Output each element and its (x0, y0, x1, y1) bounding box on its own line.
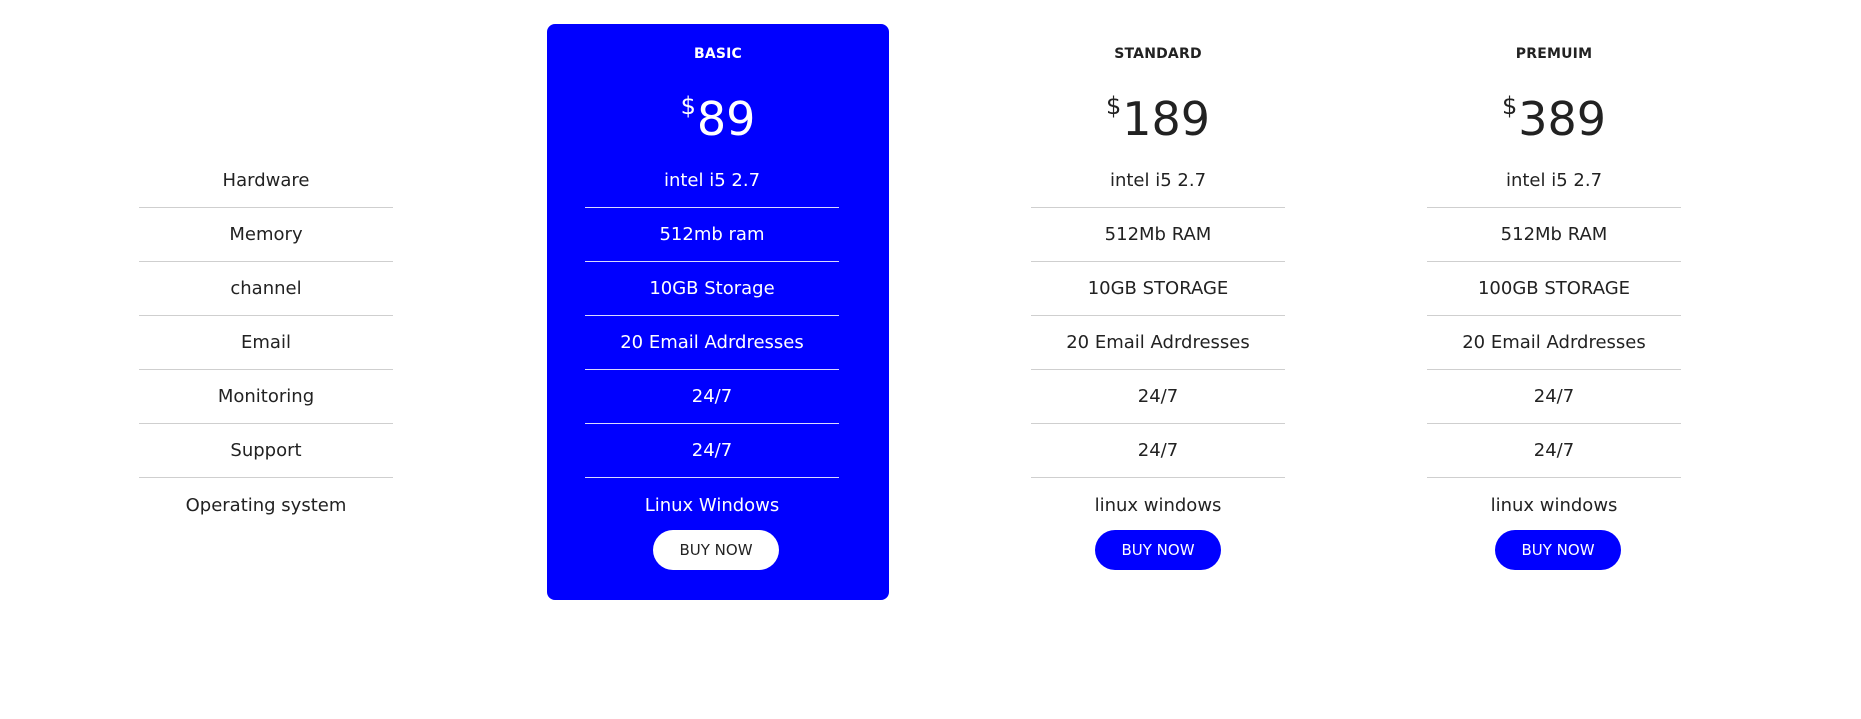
currency-symbol: $ (680, 92, 696, 120)
plan-feature-monitoring: 24/7 (1031, 370, 1285, 424)
pricing-page: Hardware Memory channel Email Monitoring… (0, 0, 1861, 719)
price-amount: 89 (696, 92, 756, 146)
currency-symbol: $ (1105, 92, 1122, 120)
plan-feature-list: intel i5 2.7 512mb ram 10GB Storage 20 E… (585, 154, 839, 532)
plan-name: PREMUIM (1515, 46, 1593, 62)
plan-feature-channel: 10GB Storage (585, 262, 839, 316)
plan-feature-hardware: intel i5 2.7 (1427, 154, 1681, 208)
plan-name: BASIC (693, 46, 743, 62)
feature-label-support: Support (139, 424, 393, 478)
feature-label-email: Email (139, 316, 393, 370)
plan-feature-monitoring: 24/7 (1427, 370, 1681, 424)
plan-feature-support: 24/7 (585, 424, 839, 478)
plan-feature-memory: 512Mb RAM (1427, 208, 1681, 262)
feature-label-channel: channel (139, 262, 393, 316)
plan-feature-hardware: intel i5 2.7 (1031, 154, 1285, 208)
plan-feature-support: 24/7 (1427, 424, 1681, 478)
plan-price: $389 (1427, 94, 1681, 142)
buy-now-button-basic[interactable]: BUY NOW (653, 530, 779, 570)
plan-card-basic: BASIC $89 intel i5 2.7 512mb ram 10GB St… (547, 24, 889, 600)
feature-label-monitoring: Monitoring (139, 370, 393, 424)
buy-now-button-premium[interactable]: BUY NOW (1495, 530, 1621, 570)
feature-label-memory: Memory (139, 208, 393, 262)
plan-feature-channel: 10GB STORAGE (1031, 262, 1285, 316)
feature-label-hardware: Hardware (139, 154, 393, 208)
plan-feature-operating-system: linux windows (1094, 494, 1222, 516)
plan-feature-operating-system: Linux Windows (644, 494, 780, 516)
price-amount: 189 (1122, 92, 1211, 146)
plan-feature-memory: 512Mb RAM (1031, 208, 1285, 262)
price-amount: 389 (1518, 92, 1607, 146)
feature-list: Hardware Memory channel Email Monitoring… (139, 154, 393, 532)
plan-price: $189 (1031, 94, 1285, 142)
plan-feature-channel: 100GB STORAGE (1427, 262, 1681, 316)
currency-symbol: $ (1501, 92, 1518, 120)
plan-feature-operating-system: linux windows (1490, 494, 1618, 516)
plan-feature-email: 20 Email Adrdresses (1427, 316, 1681, 370)
plan-feature-list: intel i5 2.7 512Mb RAM 100GB STORAGE 20 … (1427, 154, 1681, 532)
plan-feature-list: intel i5 2.7 512Mb RAM 10GB STORAGE 20 E… (1031, 154, 1285, 532)
plan-feature-monitoring: 24/7 (585, 370, 839, 424)
plan-feature-hardware: intel i5 2.7 (585, 154, 839, 208)
feature-label-operating-system: Operating system (185, 494, 347, 516)
plan-price: $89 (547, 94, 889, 142)
plan-name: STANDARD (1114, 46, 1202, 62)
buy-now-button-standard[interactable]: BUY NOW (1095, 530, 1221, 570)
plan-feature-support: 24/7 (1031, 424, 1285, 478)
plan-feature-email: 20 Email Adrdresses (1031, 316, 1285, 370)
plan-feature-memory: 512mb ram (585, 208, 839, 262)
plan-feature-email: 20 Email Adrdresses (585, 316, 839, 370)
